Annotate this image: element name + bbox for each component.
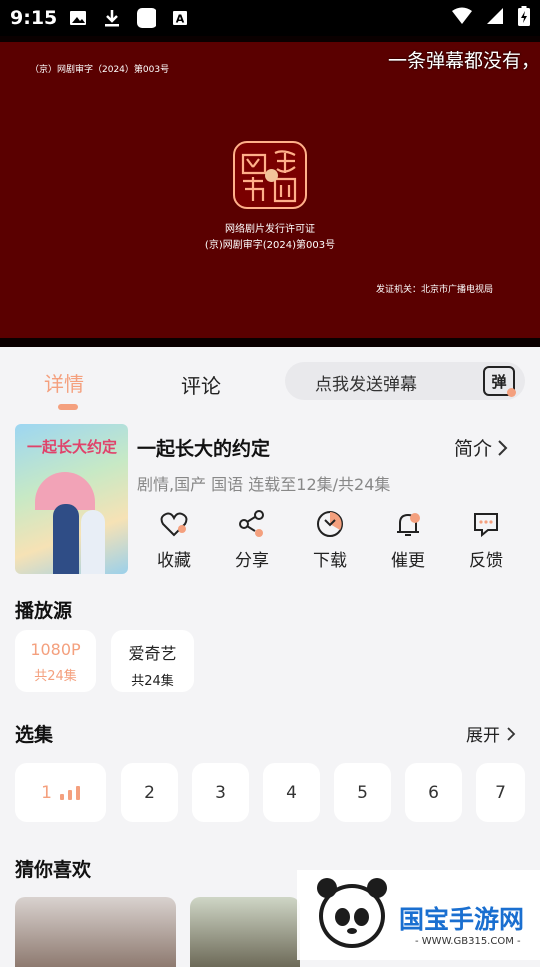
status-bar: 9:15 A (0, 0, 540, 36)
license-line-2: (京)网剧审字(2024)第003号 (204, 240, 336, 251)
update-request-button[interactable]: 催更 (380, 508, 436, 571)
share-button[interactable]: 分享 (224, 508, 280, 571)
show-meta: 剧情,国产 国语 连载至12集/共24集 (137, 475, 391, 494)
episode-number: 3 (215, 782, 226, 803)
watermark-title: 国宝手游网 (399, 905, 525, 934)
font-a-icon: A (170, 8, 190, 28)
episode-number: 2 (144, 782, 155, 803)
source-name: 爱奇艺 (128, 644, 177, 663)
share-icon (236, 508, 268, 540)
episode-1-button[interactable]: 1 (15, 763, 106, 822)
danmaku-overlay-text: 一条弹幕都没有， (387, 50, 540, 72)
favorite-button[interactable]: 收藏 (146, 508, 202, 571)
status-time: 9:15 (10, 7, 58, 29)
update-request-label: 催更 (391, 551, 425, 571)
favorite-label: 收藏 (157, 551, 191, 571)
download-icon (314, 508, 346, 540)
chevron-right-icon (498, 439, 508, 456)
network-av-seal-logo (233, 141, 307, 209)
danmaku-input[interactable]: 点我发送弹幕 (315, 370, 417, 395)
source-item-1080p[interactable]: 1080P 共24集 (15, 630, 96, 692)
episode-button[interactable]: 4 (263, 763, 320, 822)
download-button[interactable]: 下载 (302, 508, 358, 571)
feedback-icon (470, 508, 502, 540)
bell-icon (392, 508, 424, 540)
expand-episodes-button[interactable]: 展开 (466, 721, 516, 746)
site-watermark: 国宝手游网 - WWW.GB315.COM - (297, 870, 540, 960)
feedback-label: 反馈 (469, 551, 503, 571)
share-label: 分享 (235, 551, 269, 571)
source-count: 共24集 (34, 669, 77, 684)
app-square-icon (136, 8, 156, 28)
source-heading: 播放源 (15, 600, 73, 622)
license-line-1: 网络剧片发行许可证 (225, 224, 315, 235)
download-status-icon (102, 8, 122, 28)
chevron-right-icon (507, 726, 516, 741)
episode-button[interactable]: 7 (476, 763, 525, 822)
image-icon (68, 8, 88, 28)
episode-number: 4 (286, 782, 297, 803)
episode-number: 6 (428, 782, 439, 803)
source-name: 1080P (30, 640, 81, 659)
danmaku-send-box[interactable]: 点我发送弹幕 弹 (285, 362, 525, 400)
recommend-card[interactable] (190, 897, 300, 967)
active-tab-indicator (58, 404, 78, 410)
detail-sheet: 详情 评论 点我发送弹幕 弹 一起长大约定 一起长大的约定 简介 剧情,国产 国… (0, 350, 540, 967)
episode-number: 5 (357, 782, 368, 803)
battery-icon (518, 6, 530, 30)
episodes-heading: 选集 (15, 724, 54, 746)
episode-button[interactable]: 5 (334, 763, 391, 822)
wifi-icon (452, 7, 472, 29)
signal-icon (486, 7, 504, 29)
recommend-card[interactable] (15, 897, 176, 967)
episode-button[interactable]: 2 (121, 763, 178, 822)
show-poster[interactable]: 一起长大约定 (15, 424, 128, 574)
source-item-iqiyi[interactable]: 爱奇艺 共24集 (111, 630, 194, 692)
intro-link[interactable]: 简介 (454, 434, 508, 461)
episode-button[interactable]: 3 (192, 763, 249, 822)
watermark-subtitle: - WWW.GB315.COM - (415, 936, 521, 947)
license-issuer: 发证机关：北京市广播电视局 (376, 285, 494, 295)
expand-label: 展开 (466, 726, 500, 746)
intro-label: 简介 (454, 438, 493, 460)
source-count: 共24集 (131, 674, 174, 689)
tab-comment[interactable]: 评论 (181, 370, 221, 399)
video-frame[interactable]: 一条弹幕都没有， （京）网剧审字（2024）第003号 网络剧片发行许可证 (京… (0, 42, 540, 338)
heart-icon (158, 508, 190, 540)
show-title: 一起长大的约定 (137, 438, 271, 460)
feedback-button[interactable]: 反馈 (458, 508, 514, 571)
poster-title: 一起长大约定 (27, 438, 118, 456)
playing-bars-icon (59, 785, 80, 800)
license-top-text: （京）网剧审字（2024）第003号 (30, 65, 170, 75)
episode-number: 7 (495, 782, 506, 803)
danmaku-toggle-icon[interactable]: 弹 (483, 366, 516, 397)
episode-button[interactable]: 6 (405, 763, 462, 822)
video-player[interactable]: 一条弹幕都没有， （京）网剧审字（2024）第003号 网络剧片发行许可证 (京… (0, 36, 540, 347)
panda-logo (317, 878, 387, 948)
recommend-heading: 猜你喜欢 (15, 859, 92, 881)
tab-detail[interactable]: 详情 (44, 368, 84, 397)
svg-text:A: A (176, 13, 185, 26)
episode-number: 1 (41, 782, 52, 803)
download-label: 下载 (313, 551, 347, 571)
